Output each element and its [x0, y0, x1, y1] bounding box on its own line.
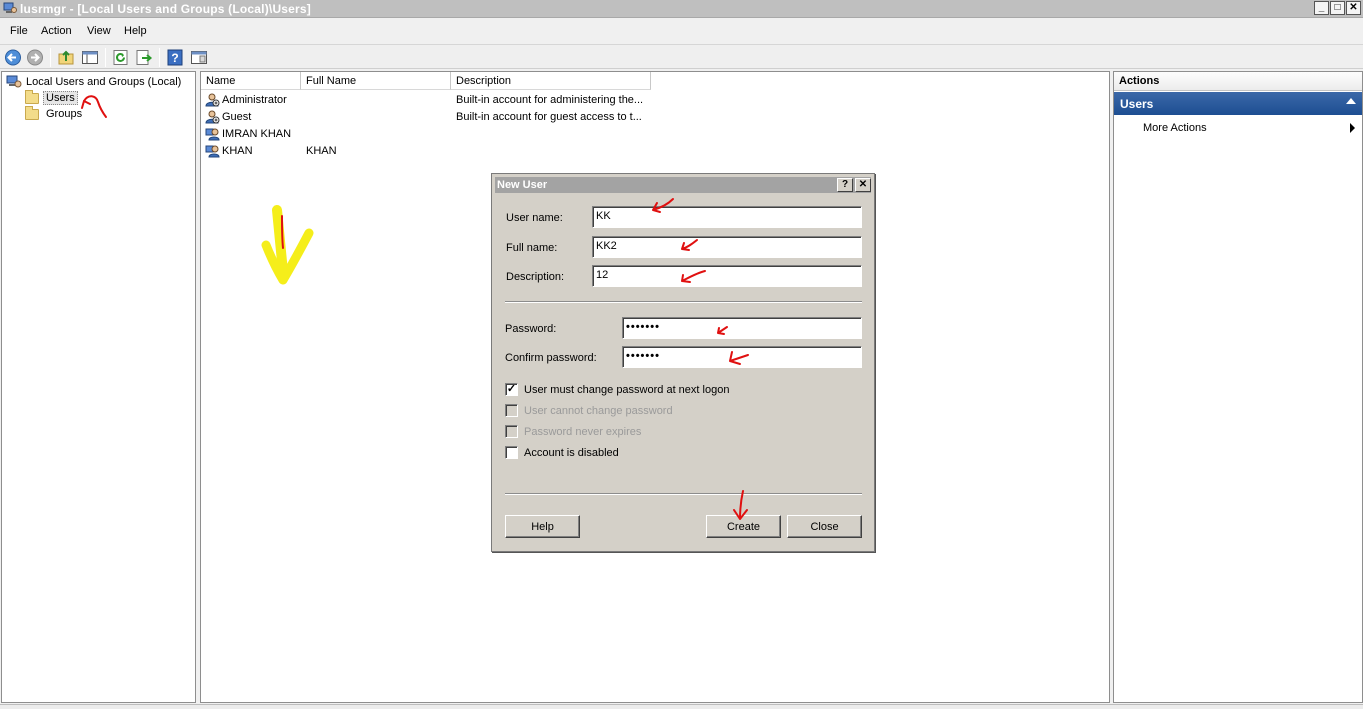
must-change-password-checkbox[interactable]: ✓ User must change password at next logo…: [505, 383, 729, 396]
confirm-password-field[interactable]: •••••••: [622, 346, 862, 368]
actions-pane: Actions Users More Actions: [1113, 71, 1363, 703]
title-bar: lusrmgr - [Local Users and Groups (Local…: [0, 0, 1363, 18]
svg-text:?: ?: [171, 51, 178, 65]
show-hide-tree-icon[interactable]: [81, 49, 99, 66]
close-window-button[interactable]: ✕: [1346, 1, 1361, 15]
tree-item-label: Users: [43, 91, 78, 105]
back-arrow-icon[interactable]: [4, 49, 22, 66]
toolbar-separator: [105, 48, 106, 67]
folder-icon: [25, 105, 39, 120]
user-icon: [205, 93, 220, 106]
user-full-name: KHAN: [306, 145, 337, 157]
table-row[interactable]: IMRAN KHAN: [205, 125, 645, 142]
user-name: Administrator: [222, 93, 287, 106]
password-label: Password:: [505, 323, 557, 335]
new-user-dialog: New User ? ✕ User name: KK Full name: KK…: [491, 173, 875, 552]
toolbar: ?: [0, 44, 1363, 69]
create-button[interactable]: Create: [706, 515, 781, 538]
checkbox-label: Account is disabled: [524, 446, 619, 459]
user-icon: [205, 145, 220, 157]
cannot-change-password-checkbox: User cannot change password: [505, 404, 673, 417]
status-bar: [0, 704, 1363, 709]
submenu-arrow-icon: [1350, 123, 1355, 133]
user-description: Built-in account for administering the..…: [456, 94, 644, 106]
menu-view[interactable]: View: [87, 25, 111, 37]
dialog-help-button[interactable]: ?: [837, 178, 853, 192]
dialog-title-bar: New User ? ✕: [495, 177, 871, 193]
maximize-button[interactable]: □: [1330, 1, 1345, 15]
description-field[interactable]: 12: [592, 265, 862, 287]
confirm-password-label: Confirm password:: [505, 352, 597, 364]
account-disabled-checkbox[interactable]: Account is disabled: [505, 446, 619, 459]
dialog-close-button[interactable]: ✕: [855, 178, 871, 192]
divider: [505, 301, 862, 303]
actions-section-users[interactable]: Users: [1114, 92, 1362, 115]
help-icon[interactable]: ?: [166, 49, 184, 66]
minimize-button[interactable]: _: [1314, 1, 1329, 15]
user-name: IMRAN KHAN: [222, 127, 292, 140]
actions-header: Actions: [1114, 72, 1362, 91]
column-header-full-name[interactable]: Full Name: [301, 72, 451, 90]
user-name: KHAN: [222, 144, 253, 157]
help-button[interactable]: Help: [505, 515, 580, 538]
toolbar-separator: [159, 48, 160, 67]
full-name-label: Full name:: [506, 242, 558, 254]
up-folder-icon[interactable]: [57, 49, 75, 66]
table-row[interactable]: KHAN: [205, 142, 645, 159]
collapse-caret-icon[interactable]: [1346, 98, 1356, 104]
forward-arrow-icon[interactable]: [26, 49, 44, 66]
user-name-field[interactable]: KK: [592, 206, 862, 228]
user-description: Built-in account for guest access to t..…: [456, 111, 642, 123]
console-tree: Local Users and Groups (Local) Users Gro…: [1, 71, 196, 703]
password-field[interactable]: •••••••: [622, 317, 862, 339]
folder-icon: [25, 89, 39, 104]
checkbox-checked[interactable]: ✓: [505, 383, 518, 396]
checkbox-label: Password never expires: [524, 425, 642, 438]
dialog-title: New User: [497, 179, 548, 191]
checkbox-label: User cannot change password: [524, 404, 673, 417]
window-title: lusrmgr - [Local Users and Groups (Local…: [20, 2, 311, 16]
refresh-icon[interactable]: [112, 49, 130, 66]
description-label: Description:: [506, 271, 565, 283]
tree-root[interactable]: Local Users and Groups (Local): [6, 74, 181, 90]
tree-item-label: Groups: [46, 108, 83, 120]
export-list-icon[interactable]: [135, 49, 153, 66]
user-name: Guest: [222, 110, 252, 123]
checkbox-label: User must change password at next logon: [524, 383, 730, 396]
user-icon: [205, 110, 220, 123]
password-never-expires-checkbox: Password never expires: [505, 425, 641, 438]
toolbar-separator: [50, 48, 51, 67]
close-button[interactable]: Close: [787, 515, 862, 538]
actions-section-label: Users: [1120, 97, 1154, 111]
computer-users-icon: [3, 2, 17, 13]
column-header-description[interactable]: Description: [451, 72, 651, 90]
checkbox-disabled: [505, 404, 518, 417]
checkbox-unchecked[interactable]: [505, 446, 518, 459]
menu-action[interactable]: Action: [41, 25, 72, 37]
menu-file[interactable]: File: [10, 25, 28, 37]
tree-item-users[interactable]: Users: [25, 89, 78, 106]
menu-help[interactable]: Help: [124, 25, 147, 37]
column-header-name[interactable]: Name: [201, 72, 301, 90]
computer-users-icon: [6, 75, 22, 88]
divider: [505, 493, 862, 495]
full-name-field[interactable]: KK2: [592, 236, 862, 258]
tree-item-groups[interactable]: Groups: [25, 105, 83, 122]
tree-root-label: Local Users and Groups (Local): [26, 76, 182, 88]
checkbox-disabled: [505, 425, 518, 438]
properties-icon[interactable]: [190, 49, 208, 66]
user-name-label: User name:: [506, 212, 563, 224]
more-actions-item[interactable]: More Actions: [1143, 122, 1207, 134]
menu-bar: File Action View Help: [0, 19, 1363, 43]
user-icon: [205, 128, 220, 140]
